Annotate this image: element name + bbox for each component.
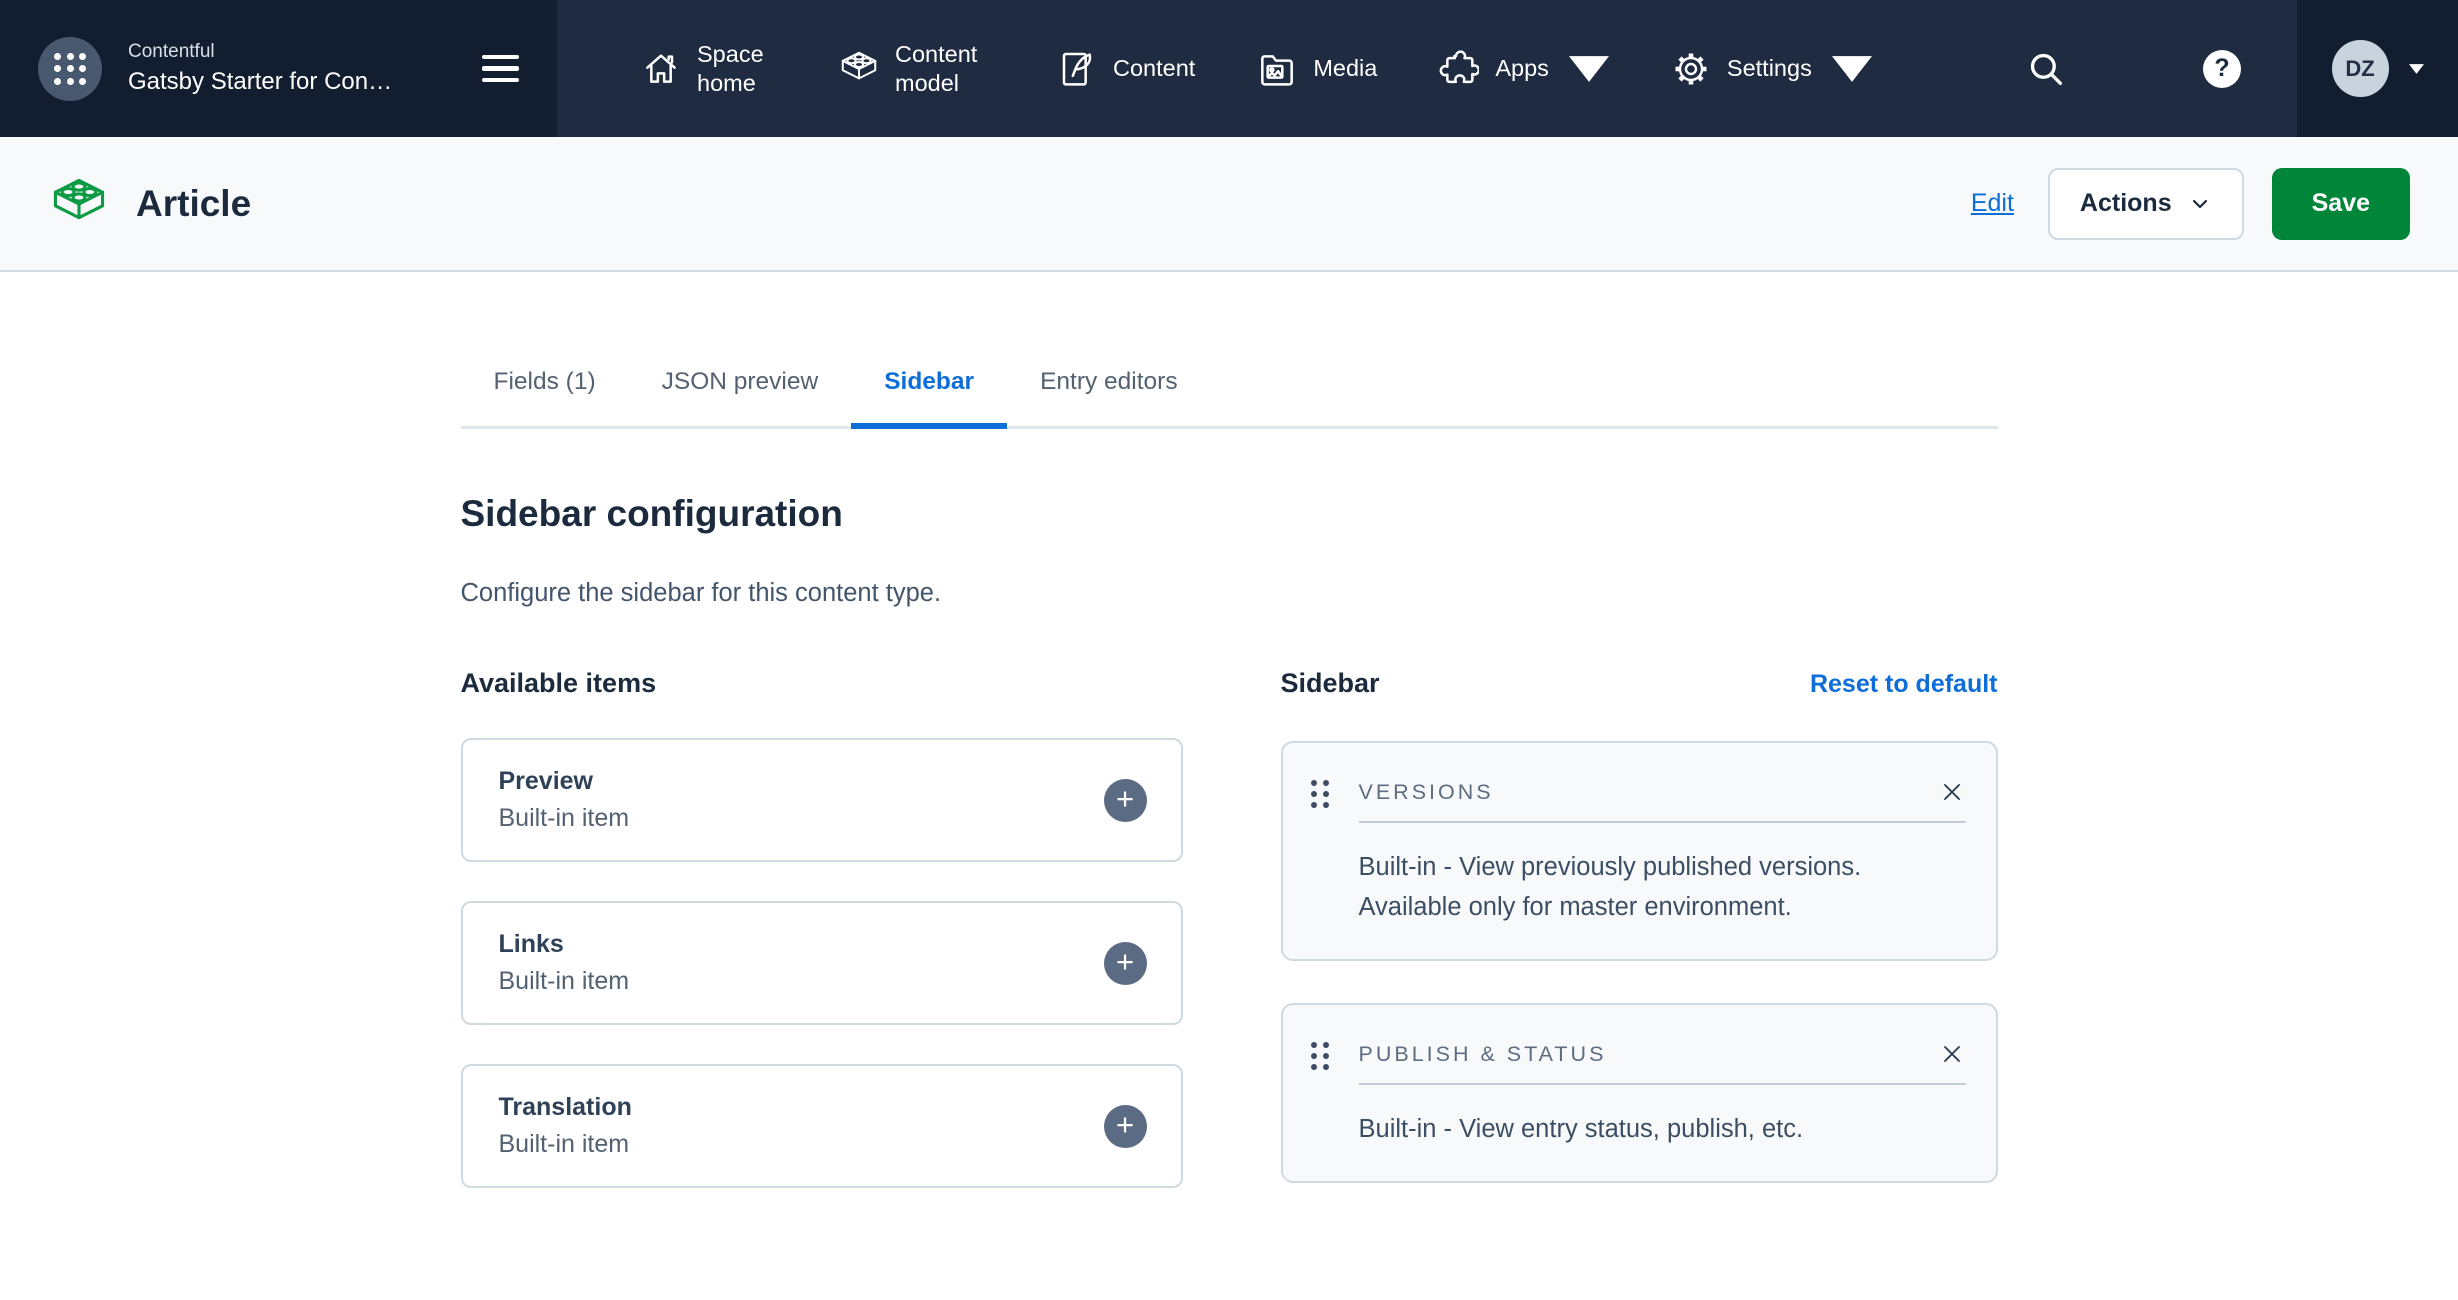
widget-description: Built-in - View previously published ver… <box>1359 847 1966 927</box>
drag-handle-icon <box>1311 1042 1329 1070</box>
brand-space-name: Gatsby Starter for Con… <box>128 68 392 96</box>
sidebar-widget-card-publish-status: PUBLISH & STATUS Built-in - View entry s… <box>1281 1003 1998 1183</box>
nav-item-label: Media <box>1313 54 1377 82</box>
actions-button[interactable]: Actions <box>2048 168 2244 240</box>
item-title: Preview <box>499 767 630 796</box>
actions-button-label: Actions <box>2080 189 2172 218</box>
brand-app-name: Contentful <box>128 41 392 63</box>
available-item-card-preview[interactable]: Preview Built-in item + <box>461 738 1183 862</box>
widget-header: PUBLISH & STATUS <box>1311 1025 1966 1085</box>
nav-item-content-model[interactable]: Content model <box>839 40 995 96</box>
nav-item-apps[interactable]: Apps <box>1439 49 1609 89</box>
content-icon <box>1057 49 1097 89</box>
edit-link[interactable]: Edit <box>1971 189 2014 218</box>
help-button[interactable]: ? <box>2203 50 2241 88</box>
remove-widget-button[interactable] <box>1938 1040 1966 1068</box>
hamburger-icon <box>482 55 519 60</box>
content-type-lego-icon <box>50 175 108 233</box>
tab-bar: Fields (1) JSON preview Sidebar Entry ed… <box>461 368 1998 429</box>
widget-title: VERSIONS <box>1359 780 1494 805</box>
add-item-button[interactable]: + <box>1104 942 1147 985</box>
widget-title: PUBLISH & STATUS <box>1359 1042 1607 1067</box>
tab-json-preview[interactable]: JSON preview <box>629 368 852 426</box>
plus-icon: + <box>1116 946 1134 977</box>
remove-widget-button[interactable] <box>1938 778 1966 806</box>
nav-items-section: Space home Content model Content <box>557 0 2297 137</box>
drag-handle[interactable] <box>1311 763 1359 823</box>
close-icon <box>1938 1040 1966 1068</box>
nav-item-media[interactable]: Media <box>1257 49 1377 89</box>
nav-item-label: Content <box>1113 54 1195 82</box>
puzzle-icon <box>1439 49 1479 89</box>
caret-down-icon <box>1832 49 1872 89</box>
grid-dots-icon <box>54 53 86 85</box>
item-subtitle: Built-in item <box>499 804 630 833</box>
section-heading: Sidebar configuration <box>461 493 1998 535</box>
page-header: Article Edit Actions Save <box>0 137 2458 272</box>
widget-description: Built-in - View entry status, publish, e… <box>1359 1109 1966 1149</box>
top-navigation: Contentful Gatsby Starter for Con… Space… <box>0 0 2458 137</box>
menu-toggle-button[interactable] <box>480 49 521 89</box>
home-icon <box>641 49 681 89</box>
available-item-card-translation[interactable]: Translation Built-in item + <box>461 1064 1183 1188</box>
nav-item-label: Content model <box>895 40 995 96</box>
available-items-heading: Available items <box>461 668 657 699</box>
search-icon <box>2025 48 2067 90</box>
section-description: Configure the sidebar for this content t… <box>461 579 1998 608</box>
plus-icon: + <box>1116 783 1134 814</box>
reset-to-default-link[interactable]: Reset to default <box>1810 670 1998 699</box>
widget-header: VERSIONS <box>1311 763 1966 823</box>
nav-item-settings[interactable]: Settings <box>1671 49 1872 89</box>
drag-handle[interactable] <box>1311 1025 1359 1085</box>
add-item-button[interactable]: + <box>1104 779 1147 822</box>
page-title: Article <box>136 183 251 225</box>
close-icon <box>1938 778 1966 806</box>
nav-item-content[interactable]: Content <box>1057 49 1195 89</box>
main-content: Fields (1) JSON preview Sidebar Entry ed… <box>461 368 1998 1188</box>
tab-sidebar[interactable]: Sidebar <box>851 368 1007 426</box>
caret-down-icon <box>2409 64 2424 74</box>
sidebar-heading: Sidebar <box>1281 668 1380 699</box>
available-item-card-links[interactable]: Links Built-in item + <box>461 901 1183 1025</box>
item-title: Links <box>499 930 630 959</box>
nav-item-label: Apps <box>1495 54 1549 82</box>
header-actions: Edit Actions Save <box>1971 168 2410 240</box>
nav-brand-section: Contentful Gatsby Starter for Con… <box>0 0 557 137</box>
sidebar-column: Sidebar Reset to default VERSIONS <box>1281 668 1998 1188</box>
content-model-icon <box>839 49 879 89</box>
item-text: Translation Built-in item <box>499 1093 632 1159</box>
save-button[interactable]: Save <box>2272 168 2410 240</box>
plus-icon: + <box>1116 1109 1134 1140</box>
tab-fields[interactable]: Fields (1) <box>461 368 629 426</box>
sidebar-widget-card-versions: VERSIONS Built-in - View previously publ… <box>1281 741 1998 961</box>
brand-text: Contentful Gatsby Starter for Con… <box>128 41 392 96</box>
item-text: Preview Built-in item <box>499 767 630 833</box>
account-menu[interactable]: DZ <box>2297 0 2458 137</box>
app-switcher-button[interactable] <box>38 37 102 101</box>
nav-item-label: Settings <box>1727 54 1812 82</box>
tab-entry-editors[interactable]: Entry editors <box>1007 368 1211 426</box>
nav-item-label: Space home <box>697 40 777 96</box>
search-button[interactable] <box>2025 48 2067 90</box>
nav-item-space-home[interactable]: Space home <box>641 40 777 96</box>
item-title: Translation <box>499 1093 632 1122</box>
available-items-column: Available items Preview Built-in item + … <box>461 668 1183 1188</box>
gear-icon <box>1671 49 1711 89</box>
item-text: Links Built-in item <box>499 930 630 996</box>
add-item-button[interactable]: + <box>1104 1105 1147 1148</box>
caret-down-icon <box>1569 49 1609 89</box>
chevron-down-icon <box>2188 192 2212 216</box>
configuration-columns: Available items Preview Built-in item + … <box>461 668 1998 1188</box>
avatar: DZ <box>2332 40 2389 97</box>
item-subtitle: Built-in item <box>499 967 630 996</box>
drag-handle-icon <box>1311 780 1329 808</box>
media-icon <box>1257 49 1297 89</box>
help-icon: ? <box>2203 50 2241 88</box>
item-subtitle: Built-in item <box>499 1130 632 1159</box>
